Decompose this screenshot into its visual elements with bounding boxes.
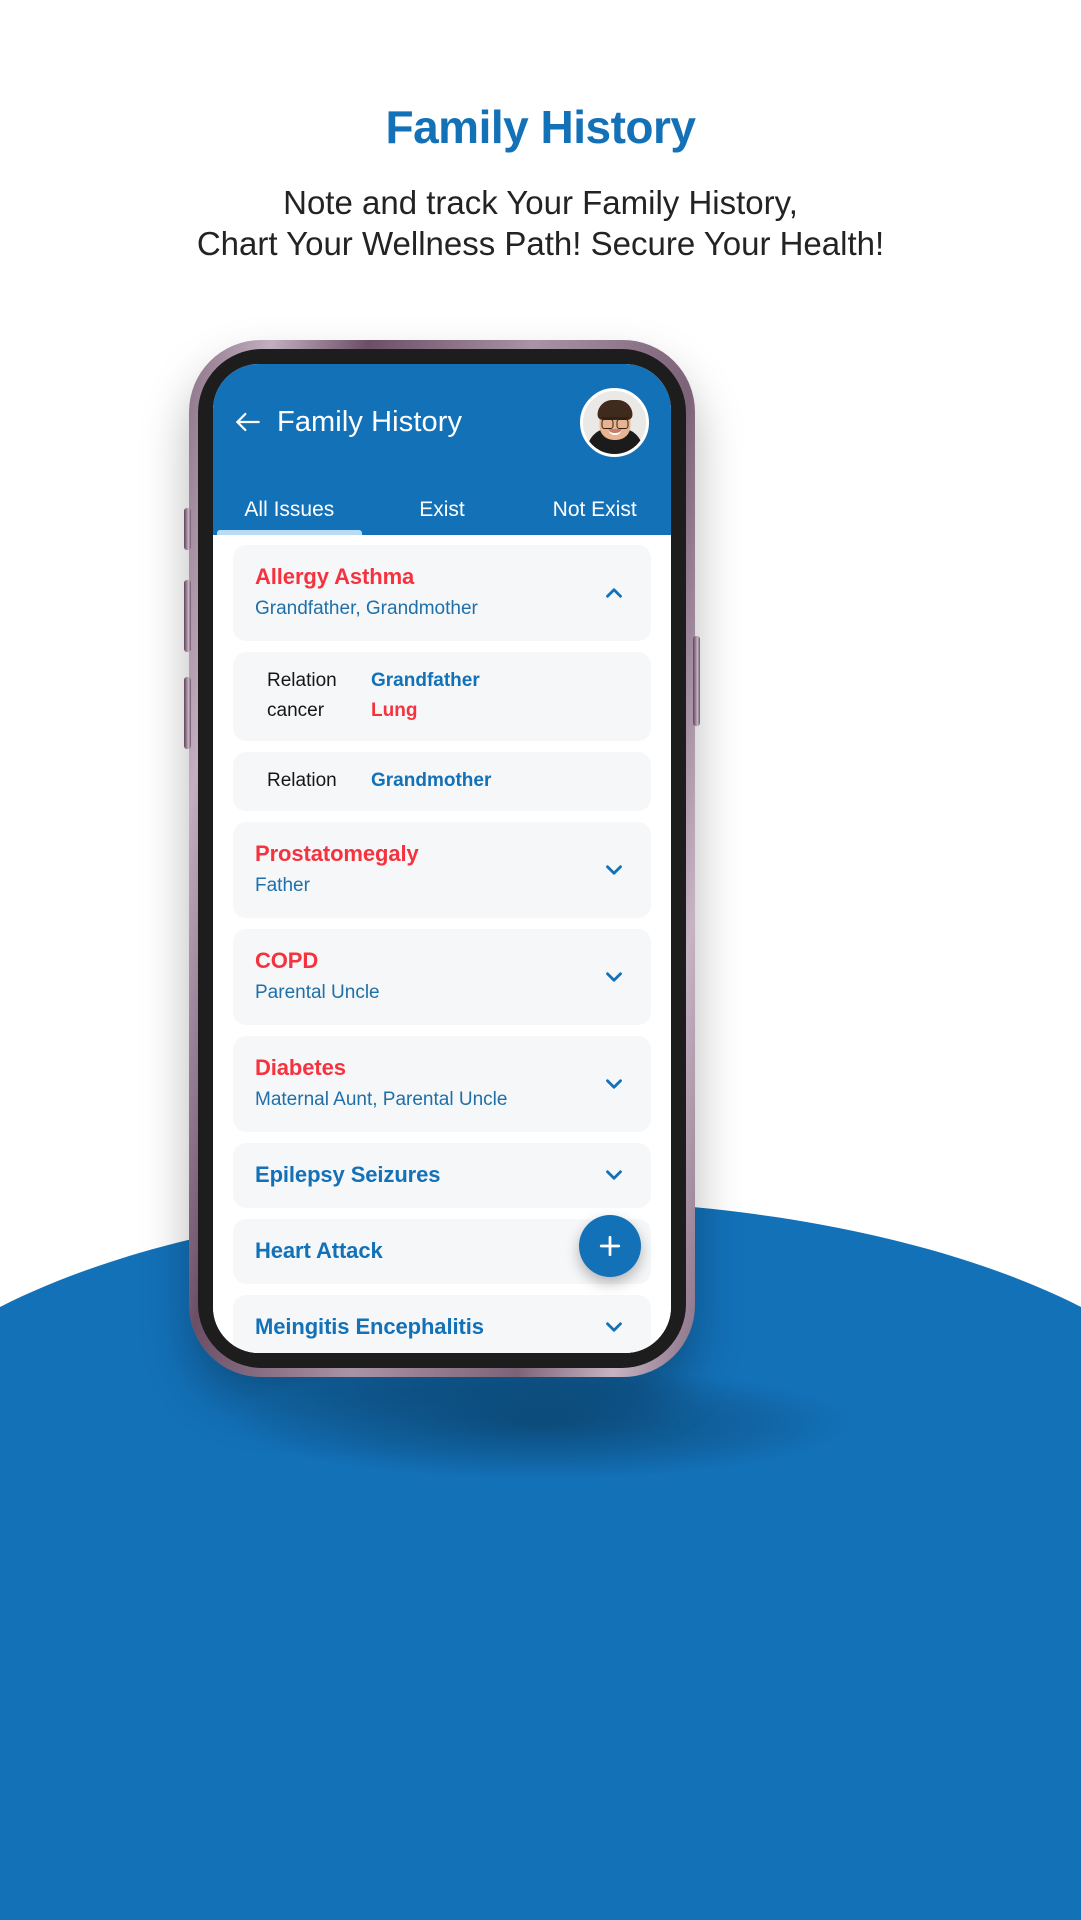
condition-relations: Grandfather, Grandmother [255, 598, 478, 619]
condition-title: Allergy Asthma [255, 564, 415, 589]
phone-side-button-silent [184, 508, 191, 550]
add-button[interactable] [579, 1215, 641, 1277]
list-item-content: Meingitis Encephalitis [255, 1312, 587, 1342]
condition-title: COPD [255, 948, 319, 973]
phone-screen: Family History All Issues Exist Not Exis… [213, 364, 671, 1353]
arrow-left-icon[interactable] [231, 405, 265, 439]
phone-drop-shadow [236, 1368, 848, 1478]
condition-title: Diabetes [255, 1055, 346, 1080]
chevron-down-icon[interactable] [599, 1312, 629, 1342]
detail-row-group: Relation Grandfather cancer Lung [233, 652, 651, 741]
phone-mockup: Family History All Issues Exist Not Exis… [184, 340, 700, 1377]
list-item-content: Diabetes Maternal Aunt, Parental Uncle [255, 1053, 587, 1114]
detail-value: Grandmother [371, 770, 492, 791]
list-item[interactable]: Allergy Asthma Grandfather, Grandmother [233, 545, 651, 641]
chevron-down-icon[interactable] [599, 962, 629, 992]
list-item-content: COPD Parental Uncle [255, 946, 587, 1007]
phone-side-button-volume-down [184, 677, 191, 749]
detail-row: Relation Grandfather [267, 666, 629, 696]
page-title: Family History [277, 405, 463, 438]
list-item-content: Heart Attack [255, 1236, 587, 1266]
list-item-content: Epilepsy Seizures [255, 1160, 587, 1190]
condition-title: Prostatomegaly [255, 841, 419, 866]
detail-key: Relation [267, 670, 337, 691]
plus-icon [595, 1231, 625, 1261]
tab-exist[interactable]: Exist [366, 498, 519, 535]
condition-title: Heart Attack [255, 1238, 383, 1263]
detail-row: Relation Grandmother [267, 766, 629, 796]
phone-side-button-power [693, 636, 700, 726]
list-item-content: Allergy Asthma Grandfather, Grandmother [255, 562, 587, 623]
subheadline-line-2: Chart Your Wellness Path! Secure Your He… [196, 225, 885, 262]
tab-bar: All Issues Exist Not Exist [213, 480, 671, 535]
chevron-down-icon[interactable] [599, 1069, 629, 1099]
chevron-down-icon[interactable] [599, 1160, 629, 1190]
detail-row: cancer Lung [267, 696, 629, 726]
list-item[interactable]: Diabetes Maternal Aunt, Parental Uncle [233, 1036, 651, 1132]
page-headline: Family History [385, 101, 697, 153]
tab-all-issues[interactable]: All Issues [213, 498, 366, 535]
detail-key: cancer [267, 700, 325, 721]
app-bar-top-row: Family History [213, 364, 671, 480]
list-item[interactable]: Meingitis Encephalitis [233, 1295, 651, 1353]
chevron-down-icon[interactable] [599, 855, 629, 885]
phone-side-button-volume-up [184, 580, 191, 652]
avatar-glasses-icon [601, 416, 628, 429]
condition-relations: Maternal Aunt, Parental Uncle [255, 1089, 508, 1110]
chevron-up-icon[interactable] [599, 578, 629, 608]
detail-row-group: Relation Grandmother [233, 752, 651, 811]
detail-value: Lung [371, 700, 418, 721]
detail-key: Relation [267, 770, 337, 791]
tab-not-exist[interactable]: Not Exist [518, 498, 671, 535]
list-item[interactable]: Epilepsy Seizures [233, 1143, 651, 1208]
list-item-content: Prostatomegaly Father [255, 839, 587, 900]
condition-relations: Parental Uncle [255, 982, 380, 1003]
condition-title: Epilepsy Seizures [255, 1162, 441, 1187]
avatar[interactable] [580, 387, 649, 457]
page-subheadline: Note and track Your Family History, Char… [0, 182, 1081, 264]
condition-title: Meingitis Encephalitis [255, 1314, 484, 1339]
subheadline-line-1: Note and track Your Family History, [283, 184, 798, 221]
list-item[interactable]: Prostatomegaly Father [233, 822, 651, 918]
promo-page: Family History Note and track Your Famil… [0, 0, 1081, 1920]
list-item[interactable]: COPD Parental Uncle [233, 929, 651, 1025]
detail-value: Grandfather [371, 670, 480, 691]
condition-relations: Father [255, 875, 310, 896]
app-bar: Family History All Issues Exist Not Exis… [213, 364, 671, 535]
